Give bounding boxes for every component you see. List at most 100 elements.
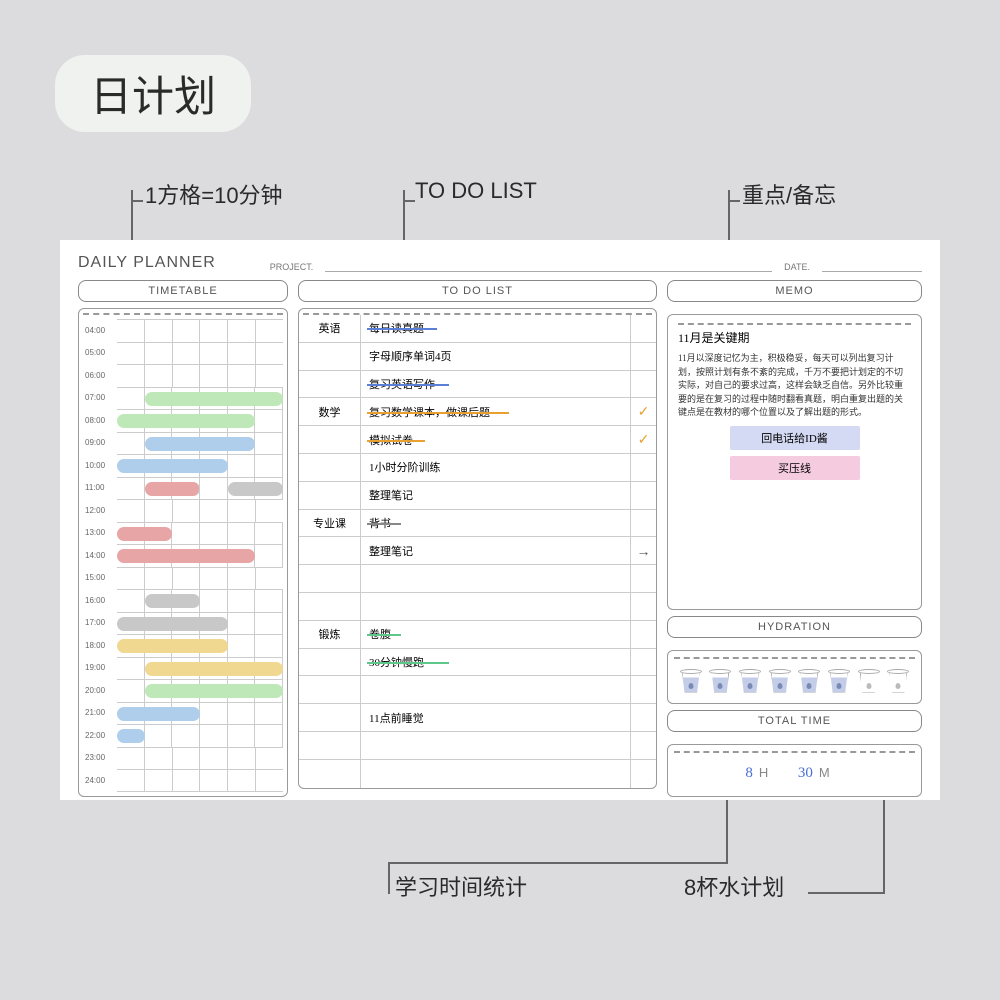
todo-header: TO DO LIST [298,280,657,302]
daily-planner-sheet: DAILY PLANNER PROJECT. DATE. TIMETABLE 0… [60,240,940,800]
todo-box: 英语每日读真题字母顺序单词4页复习英语写作数学复习数学课本，做课后题✓模拟试卷✓… [298,308,657,789]
todo-check: ✓ [630,398,656,425]
time-block [117,617,228,631]
todo-row: 锻炼卷腹 [299,621,656,649]
todo-row: 整理笔记→ [299,537,656,565]
todo-check [630,371,656,398]
time-label: 13:00 [83,522,117,545]
todo-category: 英语 [299,315,361,342]
todo-task: 1小时分阶训练 [361,454,630,481]
time-row: 04:00 [83,319,283,342]
todo-row [299,565,656,593]
time-row: 23:00 [83,747,283,770]
time-block [117,414,255,428]
water-cup-icon [769,667,791,693]
water-cup-icon [709,667,731,693]
todo-task: 复习英语写作 [361,371,630,398]
todo-task: 11点前睡觉 [361,704,630,731]
time-label: 07:00 [83,387,117,410]
total-header: TOTAL TIME [667,710,922,732]
time-block [117,639,228,653]
todo-check [630,454,656,481]
time-label: 04:00 [83,319,117,342]
todo-row: 1小时分阶训练 [299,454,656,482]
todo-category: 数学 [299,398,361,425]
time-label: 12:00 [83,499,117,522]
time-label: 10:00 [83,454,117,477]
todo-category [299,704,361,731]
todo-row: 专业课背书 [299,510,656,538]
todo-task: 卷腹 [361,621,630,648]
todo-row: 数学复习数学课本，做课后题✓ [299,398,656,426]
time-block [228,482,283,496]
time-label: 22:00 [83,724,117,747]
time-row: 07:00 [83,387,283,410]
todo-category [299,676,361,703]
memo-box: 11月是关键期 11月以深度记忆为主，积极稳妥，每天可以列出复习计划，按照计划有… [667,314,922,610]
todo-check [630,482,656,509]
time-label: 09:00 [83,432,117,455]
todo-check [630,704,656,731]
todo-check [630,676,656,703]
time-row: 15:00 [83,567,283,590]
todo-task: 30分钟慢跑 [361,649,630,676]
time-label: 11:00 [83,477,117,500]
time-label: 16:00 [83,589,117,612]
time-row: 19:00 [83,657,283,680]
time-label: 14:00 [83,544,117,567]
time-block [117,729,145,743]
time-block [117,549,255,563]
time-row: 18:00 [83,634,283,657]
todo-category [299,649,361,676]
todo-row: 模拟试卷✓ [299,426,656,454]
todo-check [630,649,656,676]
todo-check [630,565,656,592]
timetable-header: TIMETABLE [78,280,288,302]
time-block [117,527,172,541]
time-row: 16:00 [83,589,283,612]
time-block [145,392,283,406]
todo-check [630,343,656,370]
time-row: 21:00 [83,702,283,725]
time-row: 13:00 [83,522,283,545]
time-label: 24:00 [83,769,117,792]
todo-task [361,676,630,703]
time-row: 11:00 [83,477,283,500]
time-row: 14:00 [83,544,283,567]
total-time-box: 8H 30M [667,744,922,797]
todo-category [299,426,361,453]
time-row: 17:00 [83,612,283,635]
todo-task: 每日读真题 [361,315,630,342]
total-time-value: 8H 30M [674,757,915,790]
todo-row [299,593,656,621]
todo-check [630,732,656,759]
todo-row: 复习英语写作 [299,371,656,399]
time-row: 06:00 [83,364,283,387]
water-cup-icon [828,667,850,693]
time-label: 06:00 [83,364,117,387]
todo-category [299,593,361,620]
time-label: 23:00 [83,747,117,770]
date-line [822,260,922,272]
time-label: 08:00 [83,409,117,432]
water-cup-icon [887,667,909,693]
todo-row: 整理笔记 [299,482,656,510]
todo-row: 11点前睡觉 [299,704,656,732]
todo-task: 背书 [361,510,630,537]
todo-task [361,565,630,592]
todo-category: 锻炼 [299,621,361,648]
water-cup-icon [798,667,820,693]
time-label: 17:00 [83,612,117,635]
todo-check [630,510,656,537]
time-row: 20:00 [83,679,283,702]
time-block [145,684,283,698]
time-row: 12:00 [83,499,283,522]
planner-title: DAILY PLANNER [78,254,216,272]
time-block [117,707,200,721]
time-block [145,594,200,608]
water-cup-icon [680,667,702,693]
todo-task [361,593,630,620]
todo-category [299,482,361,509]
todo-row: 英语每日读真题 [299,315,656,343]
planner-header: DAILY PLANNER PROJECT. DATE. [78,254,922,272]
